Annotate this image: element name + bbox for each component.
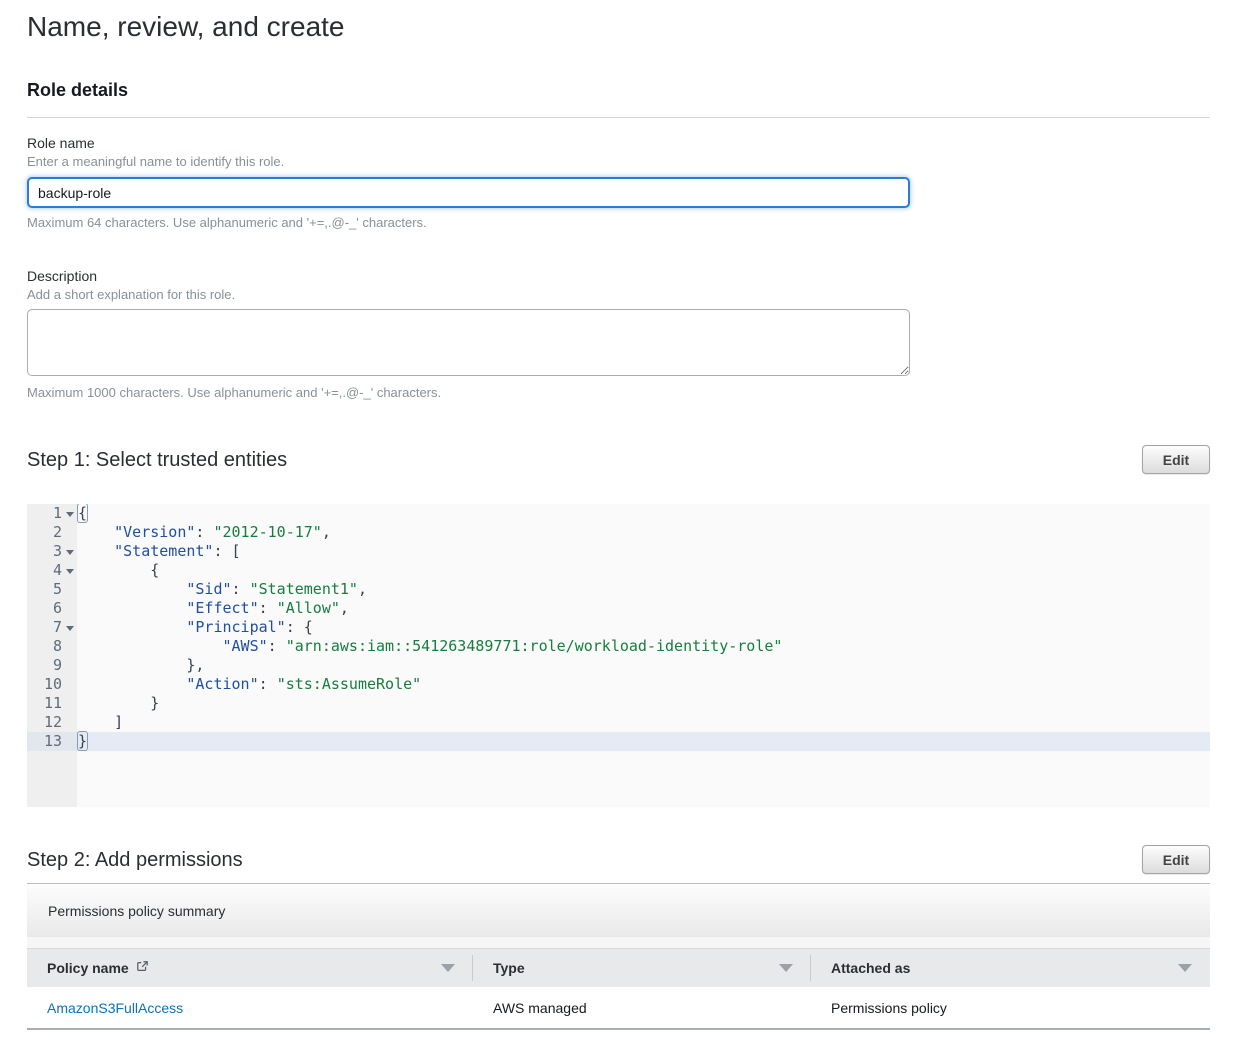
gutter-line: 12 [27, 713, 77, 732]
role-details-heading: Role details [27, 80, 1210, 100]
step1-header-row: Step 1: Select trusted entities Edit [27, 445, 1210, 474]
attached-as-cell: Permissions policy [811, 987, 1210, 1028]
policy-name-cell: AmazonS3FullAccess [27, 987, 473, 1028]
code-line: { [77, 504, 1210, 523]
code-line: } [77, 694, 1210, 713]
editor-content[interactable]: { "Version": "2012-10-17", "Statement": … [77, 504, 1210, 807]
gutter-line: 3 [27, 542, 77, 561]
permissions-panel-header: Permissions policy summary [27, 883, 1210, 937]
code-line: "Statement": [ [77, 542, 1210, 561]
permissions-panel: Permissions policy summary Policy name T… [27, 883, 1210, 1030]
description-hint: Add a short explanation for this role. [27, 287, 1210, 303]
page-title: Name, review, and create [27, 0, 1210, 44]
panel-strip [27, 937, 1210, 948]
section-divider [27, 117, 1210, 118]
role-name-constraint: Maximum 64 characters. Use alphanumeric … [27, 215, 1210, 231]
gutter-line: 8 [27, 637, 77, 656]
column-header-policy-name[interactable]: Policy name [27, 949, 473, 987]
fold-toggle-icon[interactable] [66, 626, 74, 631]
fold-toggle-icon[interactable] [66, 569, 74, 574]
step2-heading: Step 2: Add permissions [27, 848, 243, 872]
page: Name, review, and create Role details Ro… [0, 0, 1242, 1030]
external-link-icon [136, 960, 149, 976]
gutter-line: 2 [27, 523, 77, 542]
gutter-line: 4 [27, 561, 77, 580]
description-constraint: Maximum 1000 characters. Use alphanumeri… [27, 385, 1210, 401]
policy-name-link[interactable]: AmazonS3FullAccess [47, 1000, 183, 1016]
description-label: Description [27, 267, 1210, 285]
gutter-line: 1 [27, 504, 77, 523]
description-textarea[interactable] [27, 309, 910, 376]
policy-table-header: Policy name Type Attached as [27, 948, 1210, 987]
code-line: "Action": "sts:AssumeRole" [77, 675, 1210, 694]
permissions-panel-title: Permissions policy summary [48, 903, 225, 919]
fold-toggle-icon[interactable] [66, 512, 74, 517]
code-line: } [77, 732, 1210, 751]
gutter-line: 7 [27, 618, 77, 637]
filter-triangle-icon[interactable] [779, 964, 793, 972]
gutter-line: 6 [27, 599, 77, 618]
table-row: AmazonS3FullAccess AWS managed Permissio… [27, 987, 1210, 1030]
role-name-label: Role name [27, 134, 1210, 152]
code-line: "Version": "2012-10-17", [77, 523, 1210, 542]
filter-triangle-icon[interactable] [441, 964, 455, 972]
policy-type-cell: AWS managed [473, 987, 811, 1028]
filter-triangle-icon[interactable] [1178, 964, 1192, 972]
code-line: ] [77, 713, 1210, 732]
step1-edit-button[interactable]: Edit [1142, 445, 1210, 474]
role-name-input[interactable] [27, 177, 910, 208]
role-name-hint: Enter a meaningful name to identify this… [27, 154, 1210, 170]
code-line: { [77, 561, 1210, 580]
fold-toggle-icon[interactable] [66, 550, 74, 555]
editor-gutter: 12345678910111213 [27, 504, 77, 807]
gutter-line: 13 [27, 732, 77, 751]
code-line: }, [77, 656, 1210, 675]
gutter-line: 11 [27, 694, 77, 713]
column-header-type[interactable]: Type [473, 949, 811, 987]
gutter-line: 10 [27, 675, 77, 694]
step2-header-row: Step 2: Add permissions Edit [27, 845, 1210, 874]
gutter-line: 9 [27, 656, 77, 675]
step2-edit-button[interactable]: Edit [1142, 845, 1210, 874]
code-line: "AWS": "arn:aws:iam::541263489771:role/w… [77, 637, 1210, 656]
trust-policy-editor[interactable]: 12345678910111213 { "Version": "2012-10-… [27, 504, 1210, 807]
code-line: "Principal": { [77, 618, 1210, 637]
gutter-line: 5 [27, 580, 77, 599]
code-line: "Effect": "Allow", [77, 599, 1210, 618]
code-line: "Sid": "Statement1", [77, 580, 1210, 599]
column-header-attached-as[interactable]: Attached as [811, 949, 1210, 987]
step1-heading: Step 1: Select trusted entities [27, 448, 287, 472]
